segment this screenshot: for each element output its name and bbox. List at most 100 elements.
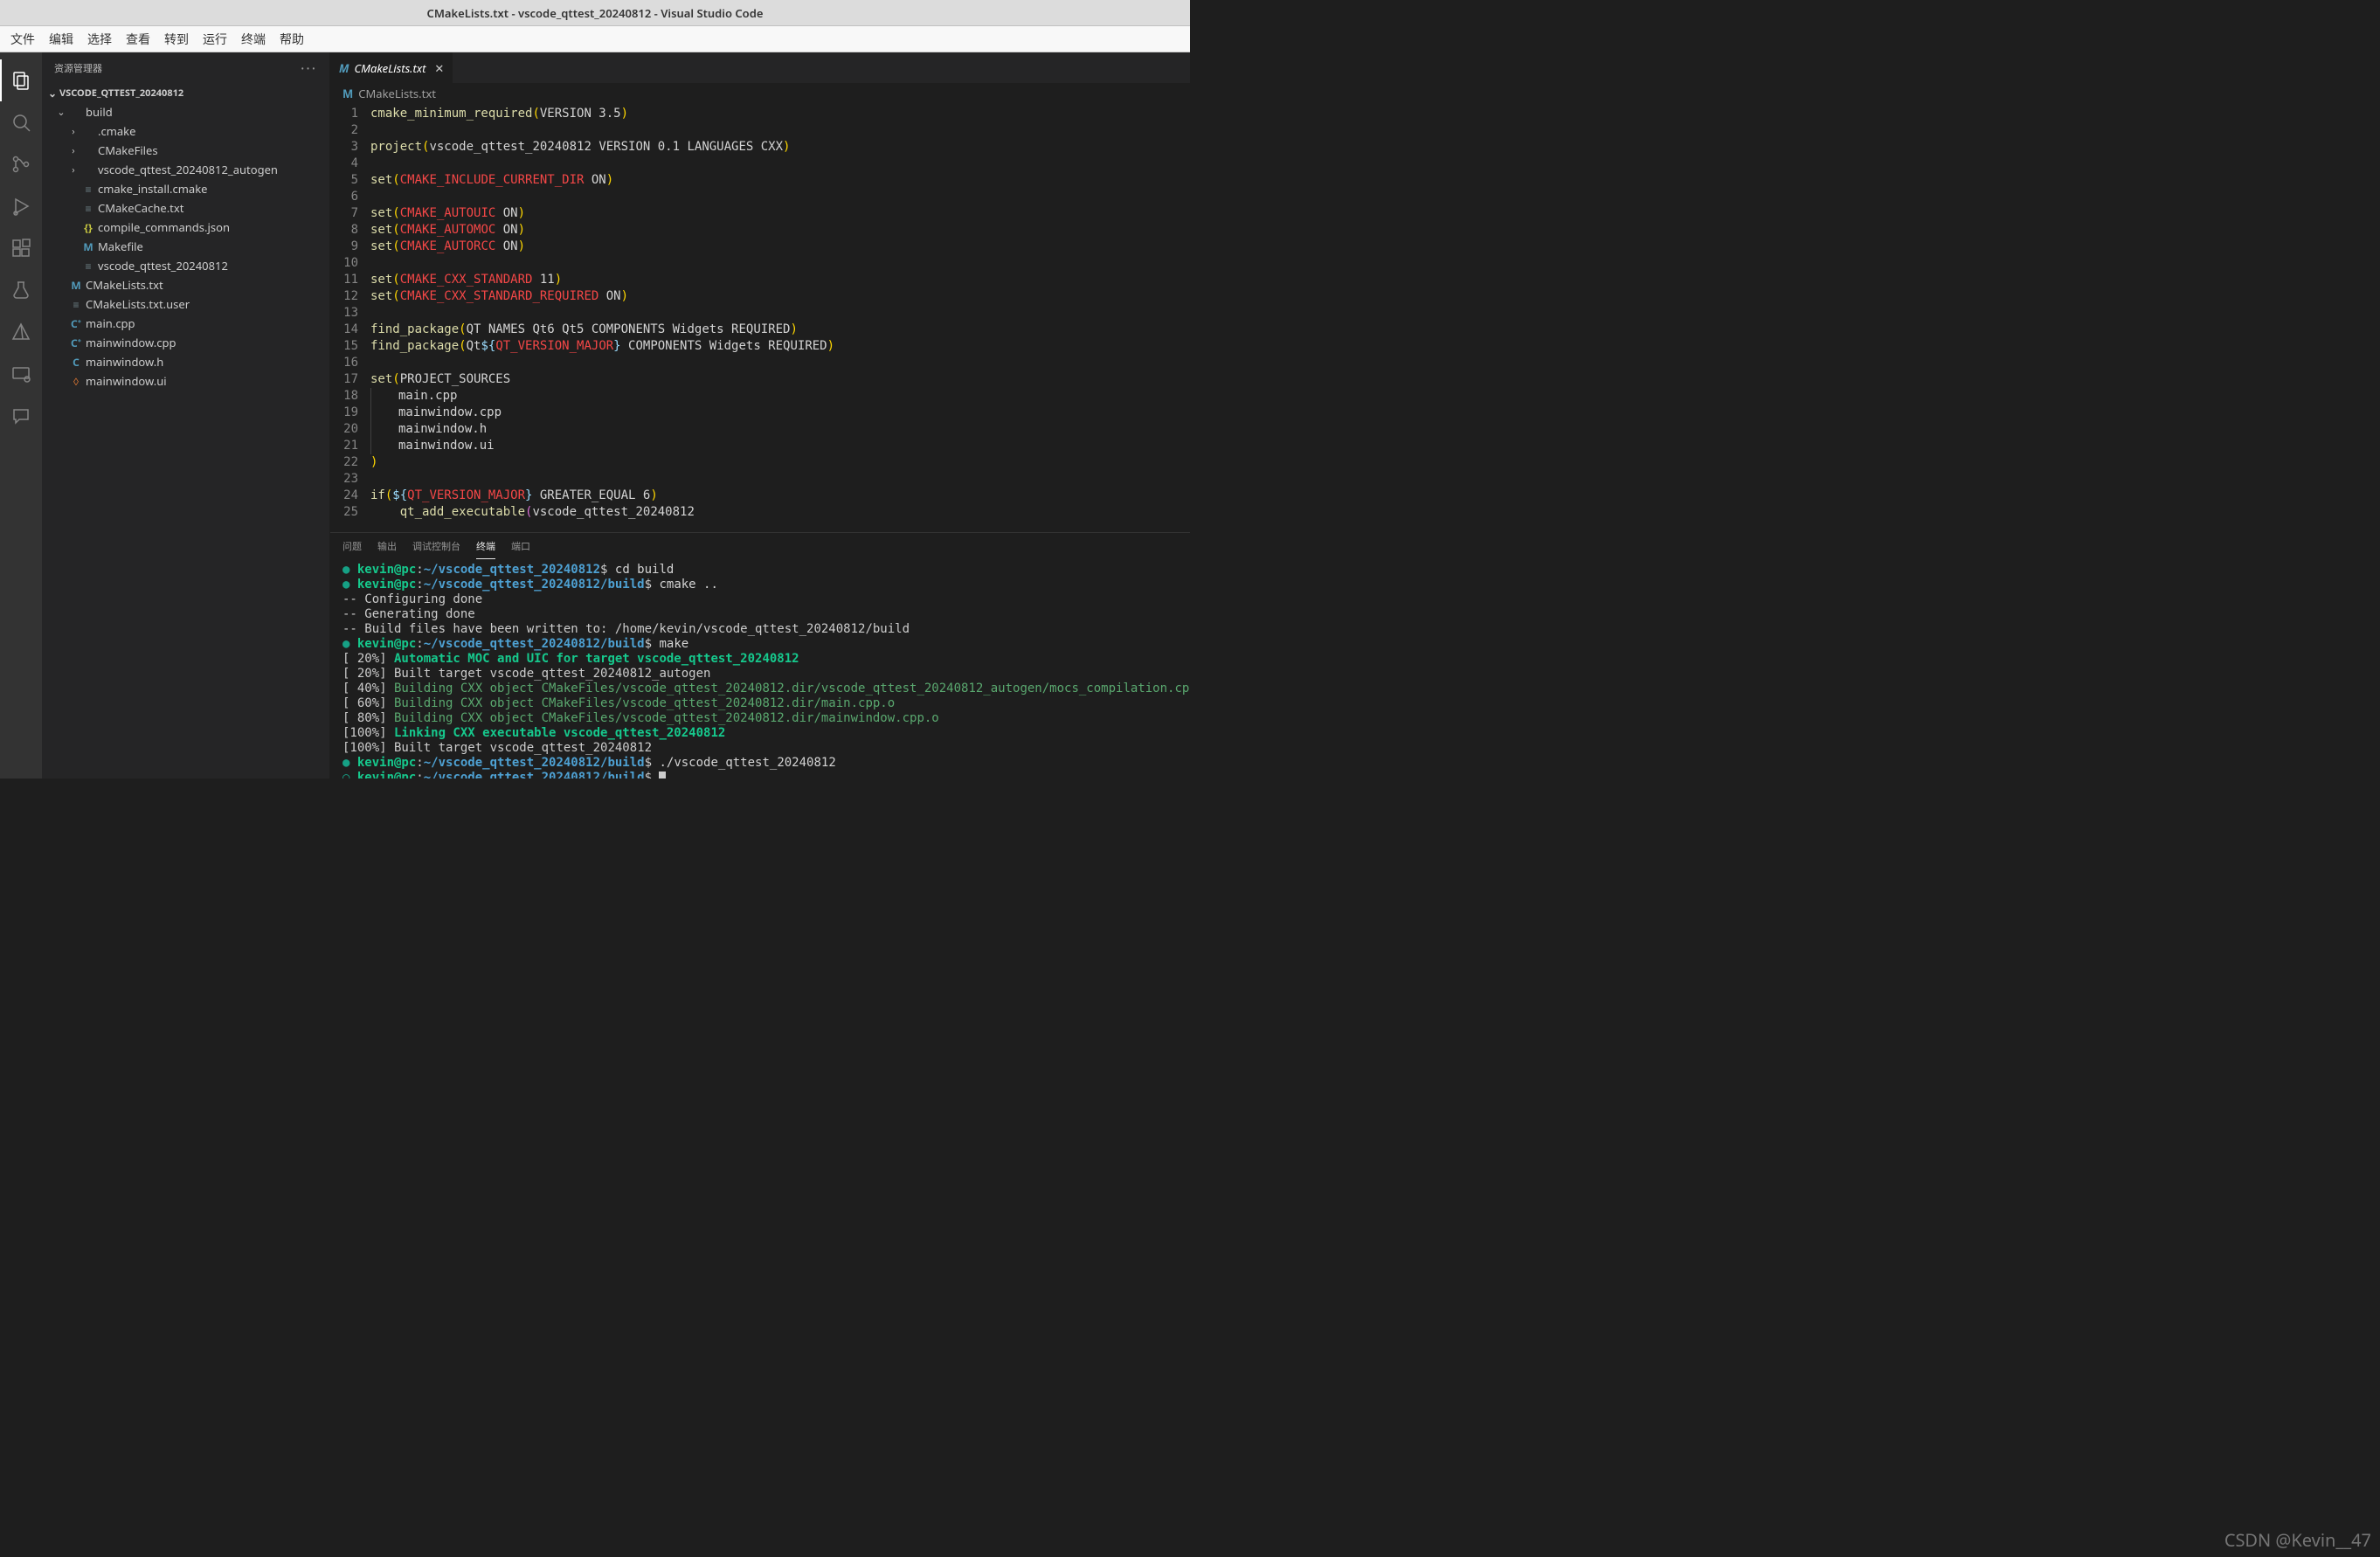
file-icon: C⁺	[68, 316, 84, 331]
tree-item[interactable]: MCMakeLists.txt	[42, 275, 329, 294]
tree-item-label: build	[86, 104, 113, 120]
file-icon: ≡	[68, 297, 84, 312]
terminal-line: [ 20%] Built target vscode_qttest_202408…	[342, 667, 1178, 682]
tree-item-label: .cmake	[98, 123, 135, 139]
testing-icon[interactable]	[0, 269, 42, 311]
tree-item[interactable]: ≡vscode_qttest_20240812	[42, 256, 329, 275]
breadcrumb-label: CMakeLists.txt	[358, 86, 436, 101]
panel-tab[interactable]: 端口	[511, 534, 530, 558]
menu-item[interactable]: 终端	[234, 27, 273, 52]
terminal-line: [ 80%] Building CXX object CMakeFiles/vs…	[342, 711, 1178, 726]
tree-item[interactable]: MMakefile	[42, 237, 329, 256]
tree-item[interactable]: ≡cmake_install.cmake	[42, 179, 329, 198]
tree-item-label: compile_commands.json	[98, 219, 230, 235]
tree-item-label: mainwindow.cpp	[86, 335, 176, 350]
terminal-line: -- Configuring done	[342, 592, 1178, 607]
line-gutter: 1234567891011121314151617181920212223242…	[330, 106, 370, 532]
project-header[interactable]: ⌄ VSCODE_QTTEST_20240812	[42, 83, 329, 102]
menu-item[interactable]: 查看	[119, 27, 157, 52]
tree-item[interactable]: ⌄ build	[42, 102, 329, 121]
remote-icon[interactable]	[0, 353, 42, 395]
terminal-line: -- Generating done	[342, 607, 1178, 622]
menu-item[interactable]: 文件	[3, 27, 42, 52]
tree-item[interactable]: ≡CMakeLists.txt.user	[42, 294, 329, 314]
code-content[interactable]: cmake_minimum_required(VERSION 3.5)proje…	[370, 106, 1190, 532]
window-titlebar: CMakeLists.txt - vscode_qttest_20240812 …	[0, 0, 1190, 26]
panel-tab[interactable]: 调试控制台	[412, 534, 460, 558]
terminal-line: ● kevin@pc:~/vscode_qttest_20240812/buil…	[342, 637, 1178, 652]
terminal-line: [ 20%] Automatic MOC and UIC for target …	[342, 652, 1178, 667]
menu-item[interactable]: 帮助	[273, 27, 311, 52]
terminal-line: [ 60%] Building CXX object CMakeFiles/vs…	[342, 696, 1178, 711]
editor-area: M CMakeLists.txt ✕ M CMakeLists.txt 1234…	[330, 52, 1190, 778]
tree-item-label: mainwindow.ui	[86, 373, 167, 389]
sidebar: 资源管理器 ··· ⌄ VSCODE_QTTEST_20240812 ⌄ buil…	[42, 52, 330, 778]
file-icon: C⁺	[68, 336, 84, 350]
watermark: CSDN @Kevin__47	[2224, 1528, 2371, 1552]
file-icon: {}	[80, 220, 96, 235]
search-icon[interactable]	[0, 101, 42, 143]
terminal-line: [ 40%] Building CXX object CMakeFiles/vs…	[342, 682, 1178, 696]
terminal-line: -- Build files have been written to: /ho…	[342, 622, 1178, 637]
tree-item[interactable]: Cmainwindow.h	[42, 352, 329, 371]
project-name: VSCODE_QTTEST_20240812	[59, 86, 183, 100]
code-editor[interactable]: 1234567891011121314151617181920212223242…	[330, 104, 1190, 532]
tree-item-label: mainwindow.h	[86, 354, 163, 370]
panel-tab[interactable]: 输出	[377, 534, 397, 558]
terminal-line: ● kevin@pc:~/vscode_qttest_20240812$ cd …	[342, 563, 1178, 578]
more-actions-icon[interactable]: ···	[301, 59, 317, 78]
tree-item[interactable]: {}compile_commands.json	[42, 218, 329, 237]
tree-item[interactable]: ≡CMakeCache.txt	[42, 198, 329, 218]
run-debug-icon[interactable]	[0, 185, 42, 227]
tree-item-label: CMakeLists.txt	[86, 277, 163, 293]
panel-tab[interactable]: 问题	[342, 534, 362, 558]
menu-item[interactable]: 转到	[157, 27, 196, 52]
bottom-panel: 问题输出调试控制台终端端口 ● kevin@pc:~/vscode_qttest…	[330, 532, 1190, 778]
chat-icon[interactable]	[0, 395, 42, 437]
tree-item-label: CMakeCache.txt	[98, 200, 183, 216]
source-control-icon[interactable]	[0, 143, 42, 185]
menu-item[interactable]: 运行	[196, 27, 234, 52]
tab-bar: M CMakeLists.txt ✕	[330, 52, 1190, 83]
file-tree: ⌄build›.cmake›CMakeFiles›vscode_qttest_2…	[42, 102, 329, 391]
file-icon: ≡	[80, 201, 96, 216]
terminal-line: [100%] Built target vscode_qttest_202408…	[342, 741, 1178, 756]
terminal[interactable]: ● kevin@pc:~/vscode_qttest_20240812$ cd …	[330, 559, 1190, 778]
twisty-icon: ›	[66, 125, 80, 138]
tree-item-label: Makefile	[98, 239, 143, 254]
menubar: 文件编辑选择查看转到运行终端帮助	[0, 26, 1190, 52]
breadcrumb[interactable]: M CMakeLists.txt	[330, 83, 1190, 104]
terminal-line: ● kevin@pc:~/vscode_qttest_20240812/buil…	[342, 756, 1178, 771]
chevron-down-icon: ⌄	[45, 86, 59, 100]
window-title: CMakeLists.txt - vscode_qttest_20240812 …	[427, 5, 764, 21]
extensions-icon[interactable]	[0, 227, 42, 269]
tree-item-label: CMakeLists.txt.user	[86, 296, 190, 312]
file-icon: M	[80, 239, 96, 254]
file-icon: M	[342, 86, 353, 101]
tree-item-label: vscode_qttest_20240812	[98, 258, 228, 273]
menu-item[interactable]: 选择	[80, 27, 119, 52]
tree-item[interactable]: C⁺main.cpp	[42, 314, 329, 333]
file-icon: ◊	[68, 374, 84, 389]
tree-item[interactable]: C⁺mainwindow.cpp	[42, 333, 329, 352]
file-icon: M	[68, 278, 84, 293]
panel-tab[interactable]: 终端	[476, 534, 495, 559]
tab-label: CMakeLists.txt	[354, 60, 425, 76]
activity-bar	[0, 52, 42, 778]
tree-item-label: CMakeFiles	[98, 142, 158, 158]
tree-item[interactable]: ◊mainwindow.ui	[42, 371, 329, 391]
file-icon: ≡	[80, 259, 96, 273]
menu-item[interactable]: 编辑	[42, 27, 80, 52]
tree-item[interactable]: › .cmake	[42, 121, 329, 141]
editor-tab[interactable]: M CMakeLists.txt ✕	[330, 52, 453, 83]
twisty-icon: ›	[66, 163, 80, 176]
tree-item-label: main.cpp	[86, 315, 135, 331]
tree-item[interactable]: ›vscode_qttest_20240812_autogen	[42, 160, 329, 179]
close-icon[interactable]: ✕	[434, 60, 444, 76]
explorer-icon[interactable]	[0, 59, 42, 101]
twisty-icon: ⌄	[54, 106, 68, 119]
tree-item[interactable]: ›CMakeFiles	[42, 141, 329, 160]
cmake-icon[interactable]	[0, 311, 42, 353]
tree-item-label: cmake_install.cmake	[98, 181, 208, 197]
sidebar-header: 资源管理器 ···	[42, 52, 329, 83]
